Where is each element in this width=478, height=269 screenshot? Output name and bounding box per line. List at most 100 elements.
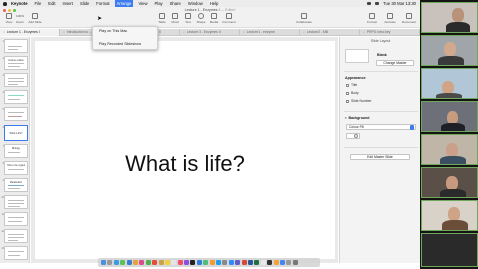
notes-icon[interactable] xyxy=(164,260,170,265)
chart-button[interactable]: Chart xyxy=(168,13,182,24)
slide-thumbnail-selected[interactable]: What is life? xyxy=(4,125,28,141)
zoom-app-icon[interactable] xyxy=(228,260,234,265)
participant-video-tile[interactable] xyxy=(421,167,478,198)
play-on-this-mac-item[interactable]: Play on This Mac xyxy=(99,29,127,33)
slide-navigator[interactable]: 1 2 Course outline 3 4 5 6 What is life?… xyxy=(0,37,30,263)
pages-icon[interactable] xyxy=(209,260,215,265)
wifi-icon[interactable] xyxy=(367,2,372,5)
menu-file[interactable]: File xyxy=(35,0,42,7)
change-master-button[interactable]: Change Master xyxy=(376,60,414,66)
checkbox-box[interactable] xyxy=(346,91,349,95)
close-tab-icon[interactable]: × xyxy=(183,30,185,34)
slide-thumbnail[interactable] xyxy=(4,246,28,260)
comment-button[interactable]: Comment xyxy=(222,13,236,24)
slide-thumbnail[interactable]: Biology xyxy=(4,144,28,158)
battery-icon[interactable] xyxy=(375,2,380,5)
teams-icon[interactable] xyxy=(235,260,241,265)
close-tab-icon[interactable]: × xyxy=(243,30,245,34)
menu-play[interactable]: Play xyxy=(154,0,162,7)
excel-icon[interactable] xyxy=(254,260,260,265)
tab-lecture1-enzyme[interactable]: × Lecture1 - enzyme xyxy=(240,29,300,36)
current-slide[interactable]: What is life? xyxy=(35,41,335,259)
slide-thumbnail[interactable]: Metabolism xyxy=(4,178,28,192)
body-checkbox[interactable]: Body xyxy=(346,91,359,95)
tab-lecture2-mb[interactable]: × Lecture2 - MB xyxy=(300,29,360,36)
checkbox-box[interactable] xyxy=(346,99,349,103)
menu-help[interactable]: Help xyxy=(210,0,219,7)
reminders-icon[interactable] xyxy=(171,260,177,265)
participant-video-tile[interactable] xyxy=(421,233,478,267)
launchpad-icon[interactable] xyxy=(107,260,113,265)
participant-video-tile[interactable] xyxy=(421,134,478,165)
slide-title[interactable]: What is life? xyxy=(35,151,335,177)
contacts-icon[interactable] xyxy=(158,260,164,265)
slide-number-checkbox[interactable]: Slide Number xyxy=(346,99,372,103)
slide-thumbnail[interactable] xyxy=(4,73,28,87)
slide-thumbnail[interactable] xyxy=(4,212,28,226)
firefox-icon[interactable] xyxy=(273,260,279,265)
facetime-icon[interactable] xyxy=(145,260,151,265)
document-button[interactable]: Document xyxy=(401,13,417,24)
mail-icon[interactable] xyxy=(126,260,132,265)
close-tab-icon[interactable]: × xyxy=(363,30,365,34)
apple-icon[interactable] xyxy=(3,1,7,6)
slide-thumbnail[interactable] xyxy=(4,229,28,243)
system-preferences-icon[interactable] xyxy=(222,260,228,265)
participant-video-tile[interactable] xyxy=(421,35,478,66)
disclosure-chevron-icon[interactable]: ▾ xyxy=(345,116,347,120)
animate-button[interactable]: Animate xyxy=(383,13,397,24)
close-tab-icon[interactable]: × xyxy=(303,30,305,34)
tv-icon[interactable] xyxy=(190,260,196,265)
close-tab-icon[interactable]: × xyxy=(3,30,5,34)
numbers-icon[interactable] xyxy=(203,260,209,265)
app-store-icon[interactable] xyxy=(216,260,222,265)
safari-icon[interactable] xyxy=(113,260,119,265)
terminal-icon[interactable] xyxy=(267,260,273,265)
menu-edit[interactable]: Edit xyxy=(48,0,55,7)
slide-thumbnail[interactable]: Course outline xyxy=(4,56,28,70)
media-button[interactable]: Media xyxy=(207,13,221,24)
participant-video-tile[interactable] xyxy=(421,101,478,132)
preview-icon[interactable] xyxy=(260,260,266,265)
title-checkbox[interactable]: Title xyxy=(346,83,357,87)
fill-type-select[interactable]: Colour Fill xyxy=(346,124,416,130)
add-slide-button[interactable]: Add Slide xyxy=(28,13,42,24)
finder-icon[interactable] xyxy=(101,260,106,265)
podcasts-icon[interactable] xyxy=(184,260,190,265)
checkbox-box[interactable] xyxy=(346,83,349,87)
tab-lecture-1-enzymes-i[interactable]: × Lecture 1 - Enzymes I xyxy=(0,29,60,36)
downloads-icon[interactable] xyxy=(286,260,292,265)
photos-icon[interactable] xyxy=(139,260,145,265)
menu-format[interactable]: Format xyxy=(96,0,109,7)
clock[interactable]: Tue 30 Mar 13:30 xyxy=(383,0,416,7)
table-button[interactable]: Table xyxy=(155,13,169,24)
menu-window[interactable]: Window xyxy=(188,0,203,7)
text-button[interactable]: Text xyxy=(181,13,195,24)
chrome-icon[interactable] xyxy=(279,260,285,265)
tab-lecture-3[interactable]: × Lecture 3 - Enzymes II xyxy=(180,29,240,36)
menu-view[interactable]: View xyxy=(138,0,147,7)
music-icon[interactable] xyxy=(177,260,183,265)
calendar-icon[interactable] xyxy=(152,260,158,265)
menu-app-keynote[interactable]: Keynote xyxy=(11,0,28,7)
slide-thumbnail[interactable] xyxy=(4,195,28,209)
master-thumbnail[interactable] xyxy=(345,49,369,63)
edit-master-slide-button[interactable]: Edit Master Slide xyxy=(350,154,410,160)
participant-video-tile[interactable] xyxy=(421,68,478,99)
menu-insert[interactable]: Insert xyxy=(63,0,73,7)
maps-icon[interactable] xyxy=(132,260,138,265)
zoom-button[interactable]: 100% Zoom xyxy=(13,13,27,24)
participant-video-tile[interactable] xyxy=(421,200,478,231)
messages-icon[interactable] xyxy=(120,260,126,265)
participant-video-tile[interactable] xyxy=(421,2,478,33)
tab-prpg-intro[interactable]: × PRPG Intro.key xyxy=(360,29,420,36)
colour-wheel-icon[interactable] xyxy=(354,134,358,138)
menu-arrange[interactable]: Arrange xyxy=(114,0,134,7)
menu-slide[interactable]: Slide xyxy=(80,0,89,7)
slide-thumbnail[interactable] xyxy=(4,107,28,121)
slide-thumbnail[interactable] xyxy=(4,90,28,104)
word-icon[interactable] xyxy=(247,260,253,265)
play-recorded-slideshow-item[interactable]: Play Recorded Slideshow xyxy=(99,42,141,46)
trash-icon[interactable] xyxy=(292,260,298,265)
collaborate-button[interactable]: Collaborate xyxy=(295,13,313,24)
